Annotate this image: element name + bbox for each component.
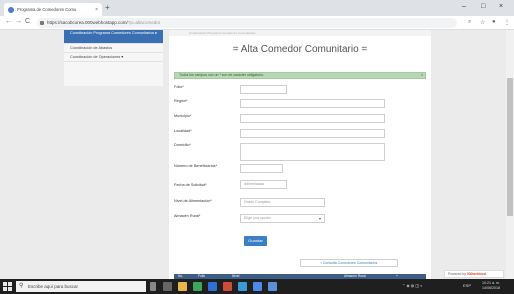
main-top-strip: Coordinación Programa Comedores Comunita… xyxy=(169,30,431,36)
search-icon: ⚲ xyxy=(19,283,24,289)
mail-icon[interactable] xyxy=(208,282,217,291)
clock-date: 14/06/2018 xyxy=(482,286,500,290)
minimize-icon[interactable]: – xyxy=(462,3,466,10)
folio-field[interactable] xyxy=(240,85,287,94)
powered-brand: 000webhost xyxy=(466,272,487,276)
star-icon[interactable]: ☆ xyxy=(480,19,485,26)
microphone-icon[interactable] xyxy=(150,282,156,291)
consult-comedores-button[interactable]: • Consulta Comedores Comunitarios xyxy=(300,259,398,267)
browser-tab-bar: Programa de Comedores Comu × + – □ × xyxy=(0,0,514,16)
save-button[interactable]: Guardar xyxy=(244,236,267,246)
lock-icon xyxy=(40,21,44,25)
tab-title: Programa de Comedores Comu xyxy=(17,7,77,12)
menu-icon[interactable]: ⋮ xyxy=(504,19,510,26)
site-favicon-icon xyxy=(8,6,14,13)
region-field[interactable] xyxy=(240,99,385,108)
window-close-icon[interactable]: × xyxy=(499,3,503,10)
beneficiarios-label: Número de Beneficiarios* xyxy=(174,164,218,168)
taskbar-clock[interactable]: 10:21 a. m. 14/06/2018 xyxy=(482,281,500,291)
scrollbar-thumb[interactable] xyxy=(507,78,513,216)
edge-icon[interactable] xyxy=(238,282,247,291)
municipio-label: Municipio* xyxy=(174,114,192,118)
municipio-field[interactable] xyxy=(240,114,385,123)
powered-prefix: Powered by xyxy=(448,272,466,276)
tray-icons[interactable]: ⌃ ◈ ◍ ◫ ◐ xyxy=(402,283,423,288)
sidebar-item-abastos[interactable]: Coordinación de Abastos xyxy=(64,44,163,53)
domicilio-label: Domicilio* xyxy=(174,143,191,147)
file-explorer-icon[interactable] xyxy=(178,282,187,291)
alert-text: Todos los campos con un * son de carácte… xyxy=(179,73,265,77)
localidad-field[interactable] xyxy=(240,129,385,138)
back-icon[interactable]: ← xyxy=(5,18,12,25)
store-icon[interactable] xyxy=(193,282,202,291)
windows-taskbar: ⚲ Escribe aquí para buscar ⌃ ◈ ◍ ◫ ◐ ESP… xyxy=(0,279,514,294)
windows-start-icon[interactable] xyxy=(3,282,12,291)
chrome-icon[interactable] xyxy=(253,282,262,291)
profile-icon[interactable]: ● xyxy=(492,19,496,25)
forward-icon[interactable]: → xyxy=(15,18,22,25)
task-view-icon[interactable] xyxy=(163,282,172,291)
main-panel: Coordinación Programa Comedores Comunita… xyxy=(169,30,431,279)
alert-close-icon[interactable]: × xyxy=(421,73,423,78)
tab-close-icon[interactable]: × xyxy=(95,7,98,13)
address-bar[interactable]: https://sacobcorea.000webhostapp.com/?p=… xyxy=(37,18,457,28)
required-fields-alert: Todos los campos con un * son de carácte… xyxy=(174,72,426,79)
page-scrollbar[interactable] xyxy=(506,30,514,279)
sidebar-item-operaciones[interactable]: Coordinación de Operaciones ▾ xyxy=(64,53,163,62)
domicilio-textarea[interactable] xyxy=(240,143,385,161)
folio-label: Folio* xyxy=(174,85,184,89)
powered-by-badge[interactable]: Powered by 000webhost xyxy=(444,270,504,278)
reload-icon[interactable]: C xyxy=(25,18,30,25)
localidad-label: Localidad* xyxy=(174,129,192,133)
fecha-field[interactable]: dd/mm/aaaa xyxy=(240,180,287,189)
beneficiarios-field[interactable] xyxy=(240,164,283,173)
taskbar-search-box[interactable]: ⚲ Escribe aquí para buscar xyxy=(16,281,146,292)
language-indicator[interactable]: ESP xyxy=(463,283,471,288)
sidebar: Coordinación Programa Comedores Comunita… xyxy=(64,30,163,86)
page-area: Coordinación Programa Comedores Comunita… xyxy=(0,30,514,279)
maximize-icon[interactable]: □ xyxy=(481,3,485,10)
media-icon[interactable] xyxy=(223,282,232,291)
almacen-select[interactable]: Elige una opción xyxy=(240,214,325,223)
region-label: Región* xyxy=(174,99,188,103)
zoom-icon[interactable]: ⌕ xyxy=(468,19,471,26)
browser-toolbar: ← → C https://sacobcorea.000webhostapp.c… xyxy=(0,16,514,30)
browser-tab[interactable]: Programa de Comedores Comu × xyxy=(4,3,102,16)
page-title: = Alta Comedor Comunitario = xyxy=(232,44,368,55)
app-icon[interactable] xyxy=(268,282,277,291)
sidebar-item-comedores[interactable]: Coordinación Programa Comedores Comunita… xyxy=(64,30,163,44)
url-path: ?p=altacomedor xyxy=(127,20,161,25)
fecha-label: Fecha de Solicitud* xyxy=(174,183,207,187)
nivel-label: Nivel de Alimentación* xyxy=(174,199,212,203)
url-domain: https://sacobcorea.000webhostapp.com/ xyxy=(47,20,128,25)
taskbar-search-placeholder: Escribe aquí para buscar xyxy=(28,284,79,289)
nivel-field[interactable]: Grado Completo xyxy=(240,198,325,207)
new-tab-icon[interactable]: + xyxy=(105,3,110,13)
almacen-label: Almacén Rural* xyxy=(174,214,201,218)
